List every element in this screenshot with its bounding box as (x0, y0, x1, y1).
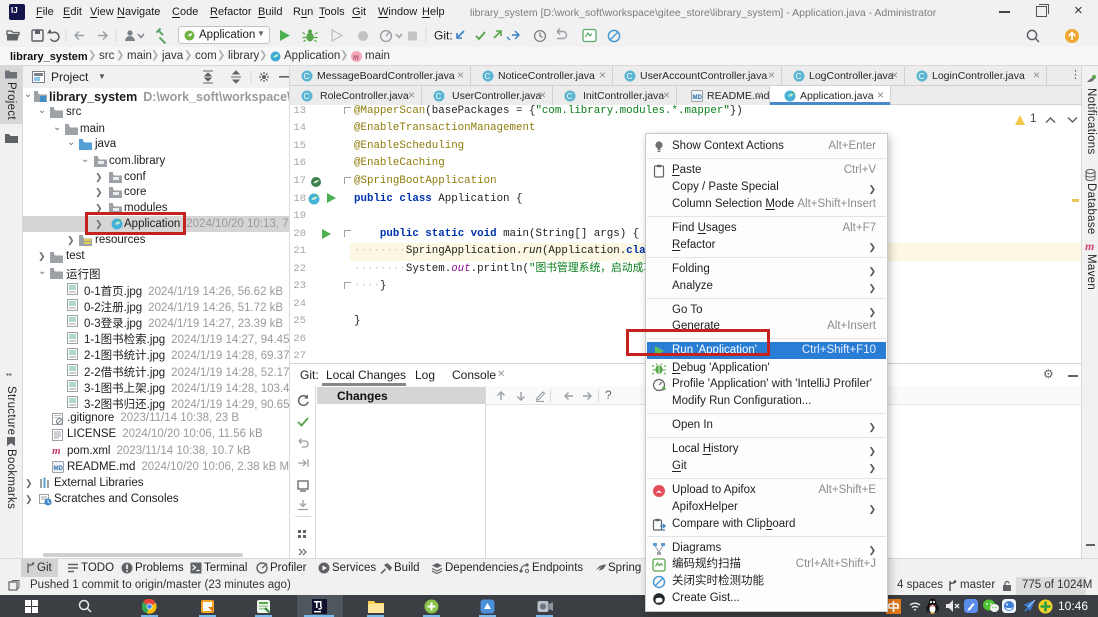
svg-text:C: C (485, 72, 491, 81)
svg-text:MD: MD (693, 95, 703, 101)
svg-text:C: C (796, 72, 802, 81)
svg-text:Git:: Git: (434, 29, 453, 43)
svg-text:C: C (627, 72, 633, 81)
svg-text:C: C (436, 92, 442, 101)
svg-text:C: C (567, 92, 573, 101)
svg-text:C: C (304, 72, 310, 81)
svg-text:m: m (353, 53, 359, 62)
svg-text:C: C (304, 92, 310, 101)
svg-text:MD: MD (54, 466, 64, 472)
svg-text:C: C (919, 72, 925, 81)
